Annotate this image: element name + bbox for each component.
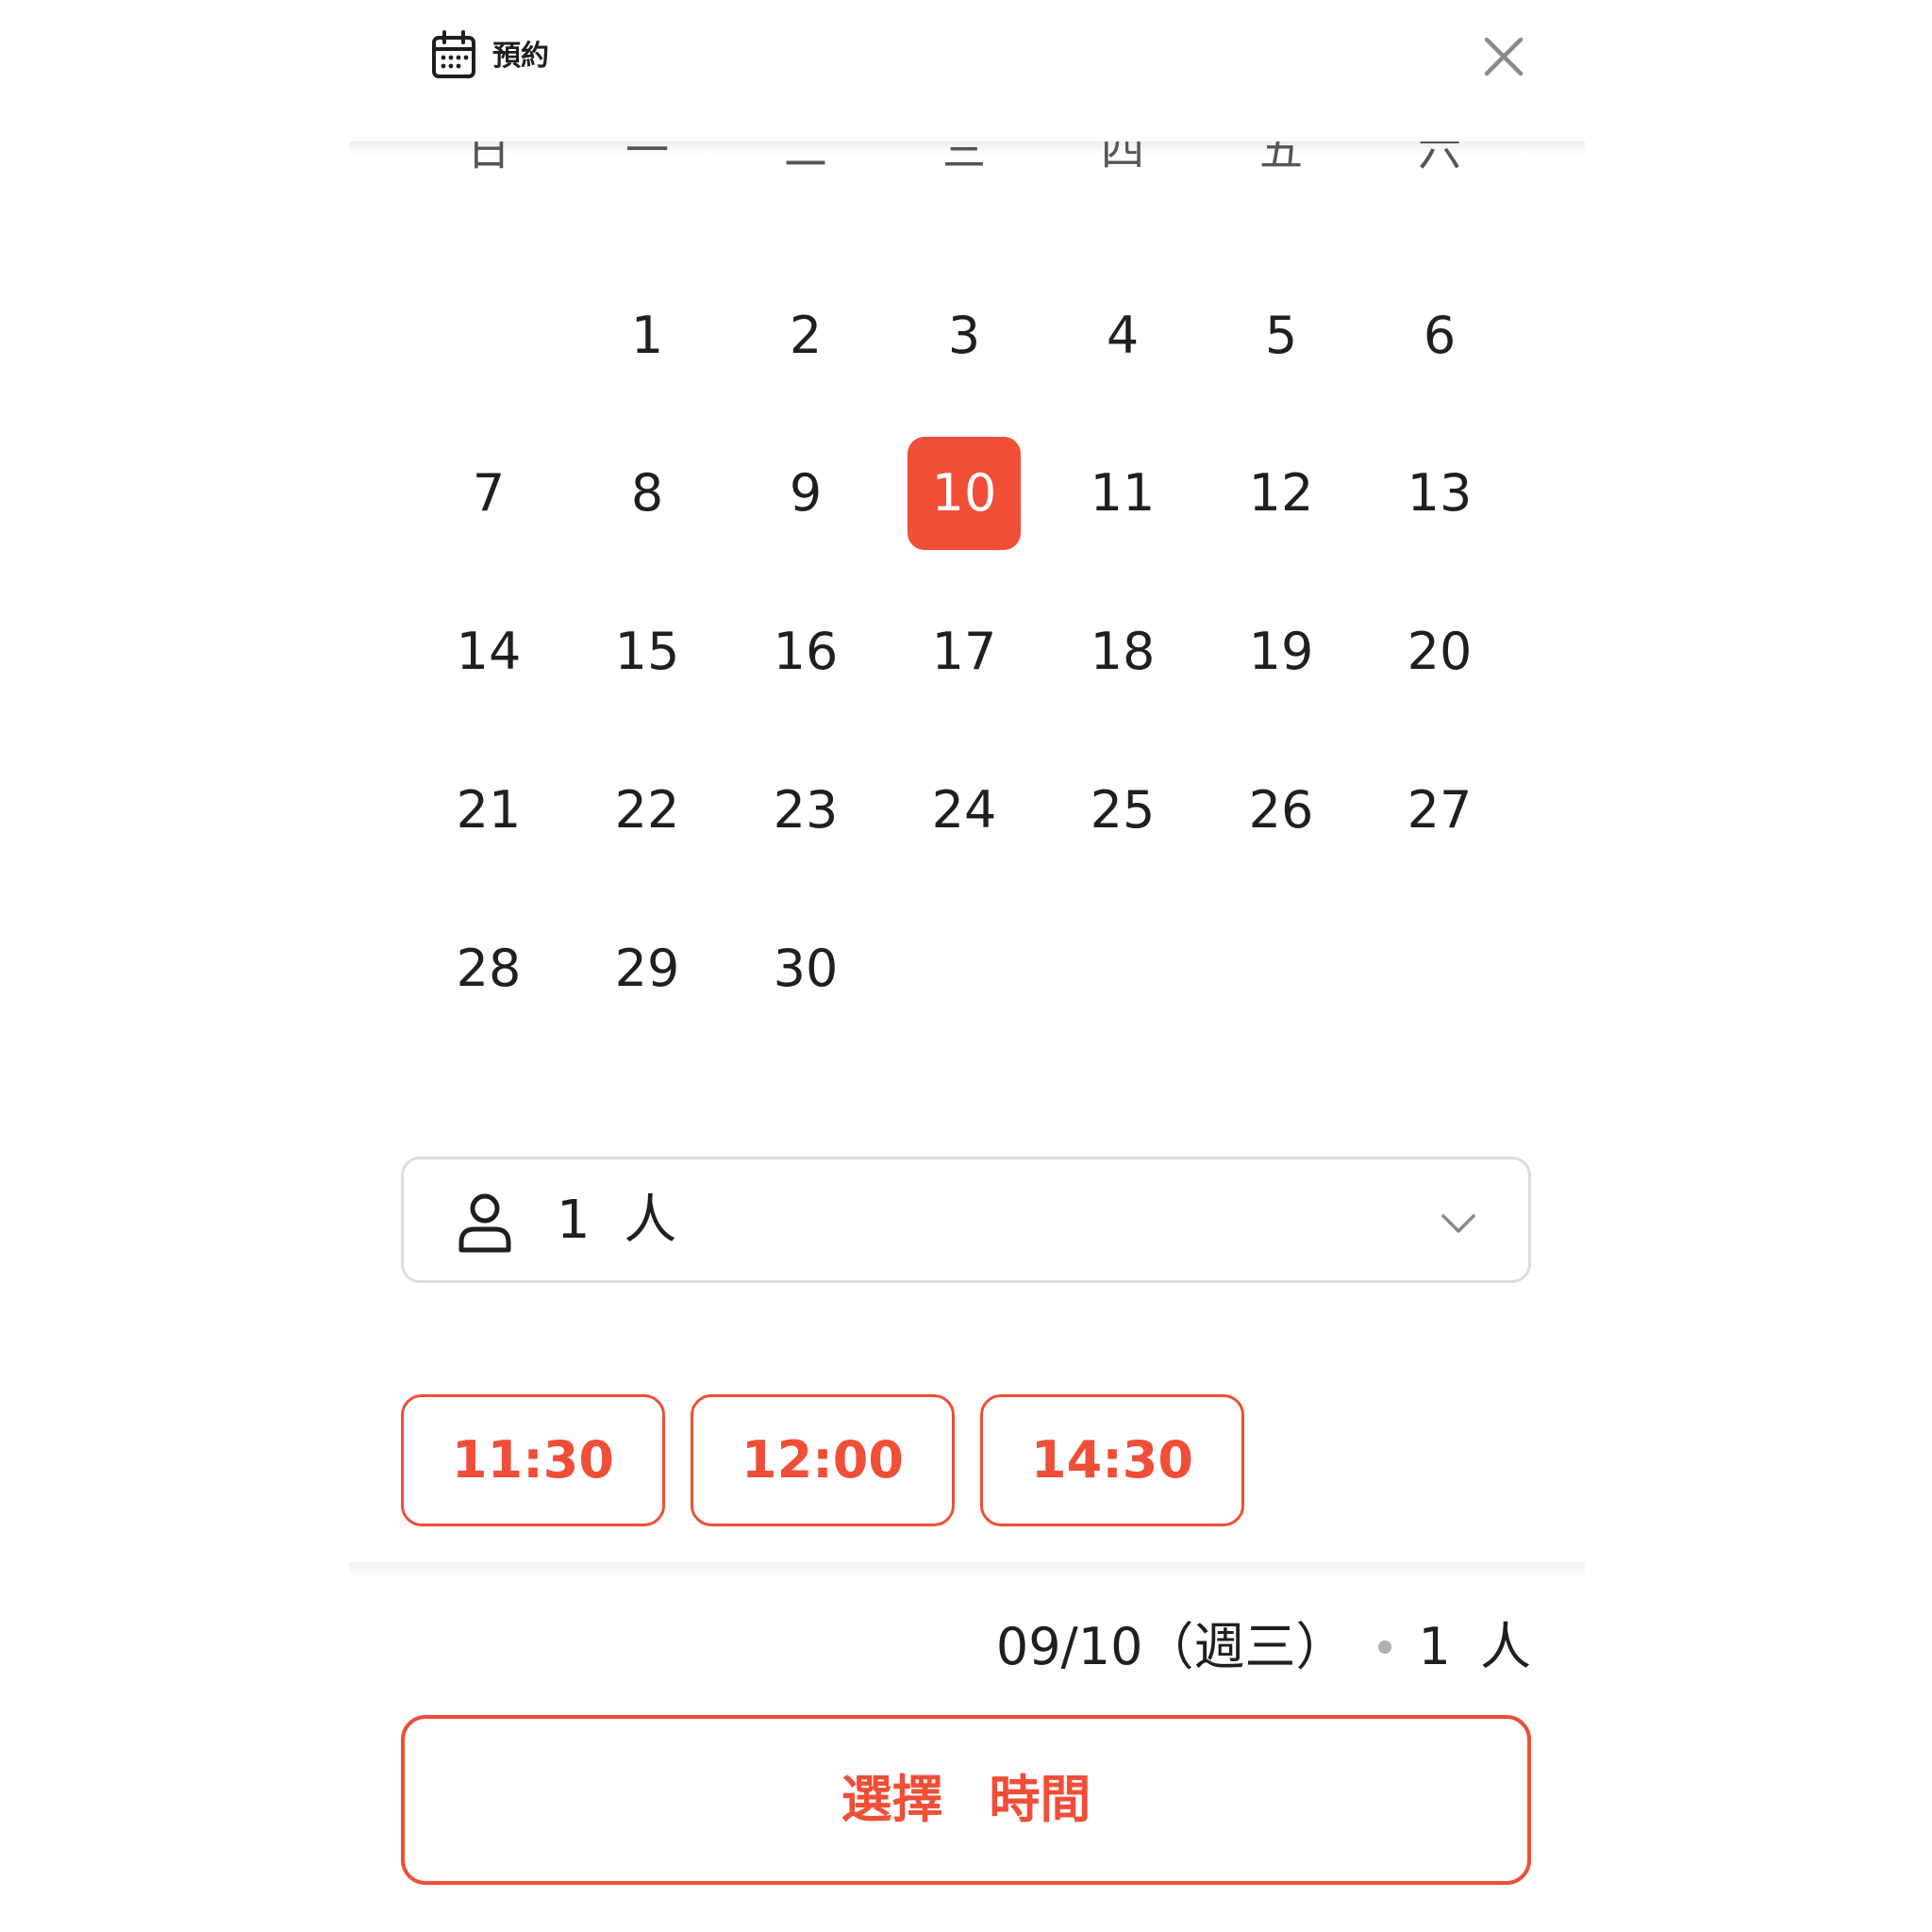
chevron-down-icon	[1441, 1214, 1475, 1233]
weekday-header: 日一二三四五六	[0, 142, 1932, 175]
time-slot-button[interactable]: 12:00	[691, 1394, 955, 1526]
calendar-day[interactable]: 24	[908, 754, 1021, 867]
calendar-day[interactable]: 17	[908, 595, 1021, 708]
calendar-day[interactable]: 4	[1066, 279, 1179, 392]
party-size-value: 1 人	[557, 1190, 677, 1251]
calendar-day[interactable]: 2	[749, 279, 862, 392]
calendar-day[interactable]: 14	[432, 595, 545, 708]
calendar-day[interactable]: 19	[1224, 595, 1338, 708]
person-icon	[458, 1193, 511, 1253]
calendar-day[interactable]: 7	[432, 437, 545, 550]
calendar-day[interactable]: 29	[591, 912, 704, 1025]
choose-time-button[interactable]: 選擇 時間	[401, 1715, 1531, 1885]
calendar-day[interactable]: 8	[591, 437, 704, 550]
footer-shadow	[349, 1562, 1585, 1577]
calendar-day[interactable]: 12	[1224, 437, 1338, 550]
modal-header: 預約	[0, 0, 1932, 142]
calendar-day[interactable]: 27	[1383, 754, 1496, 867]
close-icon[interactable]	[1479, 32, 1528, 81]
calendar-day[interactable]: 18	[1066, 595, 1179, 708]
calendar-day[interactable]: 28	[432, 912, 545, 1025]
weekday-label: 五	[1259, 142, 1303, 175]
time-slot-button[interactable]: 14:30	[980, 1394, 1244, 1526]
calendar-day[interactable]: 20	[1383, 595, 1496, 708]
calendar-day[interactable]: 23	[749, 754, 862, 867]
modal-title: 預約	[492, 40, 549, 73]
calendar-day[interactable]: 22	[591, 754, 704, 867]
calendar-day[interactable]: 30	[749, 912, 862, 1025]
calendar-day[interactable]: 21	[432, 754, 545, 867]
calendar-day[interactable]: 16	[749, 595, 862, 708]
calendar-day[interactable]: 11	[1066, 437, 1179, 550]
weekday-label: 二	[784, 142, 827, 175]
calendar-day[interactable]: 15	[591, 595, 704, 708]
weekday-label: 日	[467, 142, 510, 175]
calendar-day[interactable]: 13	[1383, 437, 1496, 550]
calendar-day-selected[interactable]: 10	[908, 437, 1021, 550]
party-size-select[interactable]: 1 人	[401, 1157, 1531, 1283]
summary-party: 1 人	[1418, 1617, 1531, 1676]
weekday-label: 一	[625, 142, 669, 175]
calendar-day[interactable]: 5	[1224, 279, 1338, 392]
calendar-day[interactable]: 1	[591, 279, 704, 392]
weekday-label: 四	[1101, 142, 1144, 175]
calendar-day[interactable]: 6	[1383, 279, 1496, 392]
calendar-day[interactable]: 3	[908, 279, 1021, 392]
summary-date: 09/10（週三）	[995, 1617, 1347, 1676]
time-slot-button[interactable]: 11:30	[401, 1394, 665, 1526]
calendar-day[interactable]: 25	[1066, 754, 1179, 867]
calendar-icon	[432, 30, 475, 78]
weekday-label: 六	[1418, 142, 1461, 175]
booking-summary: 09/10（週三） 1 人	[996, 1609, 1531, 1685]
calendar-day[interactable]: 9	[749, 437, 862, 550]
separator-dot	[1378, 1641, 1392, 1654]
calendar-day[interactable]: 26	[1224, 754, 1338, 867]
weekday-label: 三	[942, 142, 986, 175]
